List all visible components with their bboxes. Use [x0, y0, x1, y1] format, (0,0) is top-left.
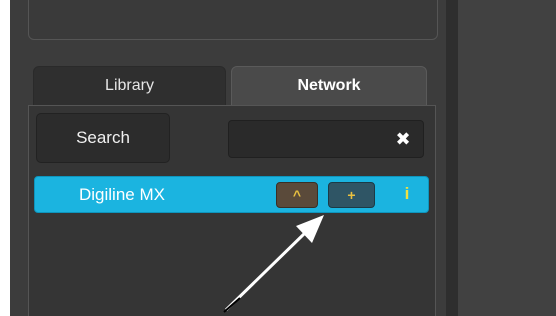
tab-network[interactable]: Network	[231, 66, 427, 106]
search-input[interactable]	[235, 127, 389, 153]
plus-icon: +	[347, 187, 356, 203]
device-name: Digiline MX	[79, 185, 165, 204]
search-button[interactable]: Search	[36, 113, 170, 163]
move-up-button[interactable]: ^	[276, 182, 318, 208]
device-list-item[interactable]: Digiline MX ^ + i	[34, 176, 429, 213]
tab-network-label: Network	[297, 77, 361, 94]
search-field[interactable]: ✖	[228, 120, 424, 158]
tab-library[interactable]: Library	[33, 66, 226, 106]
info-icon[interactable]: i	[397, 184, 417, 206]
close-icon[interactable]: ✖	[391, 127, 415, 151]
right-pane	[458, 0, 556, 316]
tab-library-label: Library	[105, 77, 154, 94]
add-device-button[interactable]: +	[328, 182, 375, 208]
search-button-label: Search	[76, 128, 130, 147]
left-margin	[0, 0, 10, 316]
chevron-up-icon: ^	[292, 187, 302, 203]
top-panel-box	[28, 0, 438, 40]
panel-divider[interactable]	[446, 0, 458, 316]
app-window: Library Network Search ✖ Digiline MX ^ +…	[0, 0, 556, 316]
